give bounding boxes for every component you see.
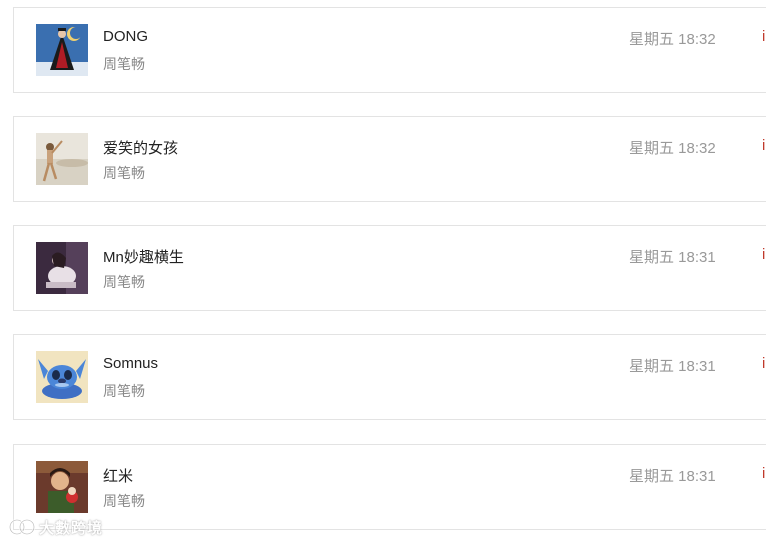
watermark-text: 大數跨境 [39, 519, 104, 537]
contact-subtitle: 周笔畅 [103, 383, 145, 399]
contact-subtitle: 周笔畅 [103, 165, 145, 181]
avatar-stitch-icon[interactable] [36, 351, 88, 403]
watermark-logo-icon [8, 518, 36, 536]
contact-name[interactable]: 红米 [103, 465, 133, 486]
contact-name[interactable]: DONG [103, 28, 148, 45]
timestamp: 星期五 18:31 [629, 468, 716, 485]
watermark: 大數跨境 [8, 516, 103, 538]
timestamp: 星期五 18:31 [629, 358, 716, 375]
avatar-girl-beach-icon[interactable] [36, 133, 88, 185]
contact-name[interactable]: Somnus [103, 355, 158, 372]
avatar-dong-icon[interactable] [36, 24, 88, 76]
feed-card[interactable]: DONG 周笔畅 星期五 18:32 i [13, 7, 766, 93]
contact-subtitle: 周笔畅 [103, 274, 145, 290]
feed-card[interactable]: 红米 周笔畅 星期五 18:31 i [13, 444, 766, 530]
feed-card[interactable]: Somnus 周笔畅 星期五 18:31 i [13, 334, 766, 420]
avatar-hongmi-icon[interactable] [36, 461, 88, 513]
contact-subtitle: 周笔畅 [103, 493, 145, 509]
clipped-action[interactable]: i [762, 355, 765, 372]
contact-name[interactable]: 爱笑的女孩 [103, 137, 178, 158]
avatar-mn-icon[interactable] [36, 242, 88, 294]
contact-subtitle: 周笔畅 [103, 56, 145, 72]
contact-feed: DONG 周笔畅 星期五 18:32 i 爱笑的女孩 周笔畅 星期五 18:32… [0, 0, 766, 543]
timestamp: 星期五 18:32 [629, 31, 716, 48]
timestamp: 星期五 18:32 [629, 140, 716, 157]
timestamp: 星期五 18:31 [629, 249, 716, 266]
clipped-action[interactable]: i [762, 246, 765, 263]
clipped-action[interactable]: i [762, 28, 765, 45]
feed-card[interactable]: Mn妙趣横生 周笔畅 星期五 18:31 i [13, 225, 766, 311]
clipped-action[interactable]: i [762, 465, 765, 482]
contact-name[interactable]: Mn妙趣横生 [103, 246, 184, 267]
clipped-action[interactable]: i [762, 137, 765, 154]
feed-card[interactable]: 爱笑的女孩 周笔畅 星期五 18:32 i [13, 116, 766, 202]
